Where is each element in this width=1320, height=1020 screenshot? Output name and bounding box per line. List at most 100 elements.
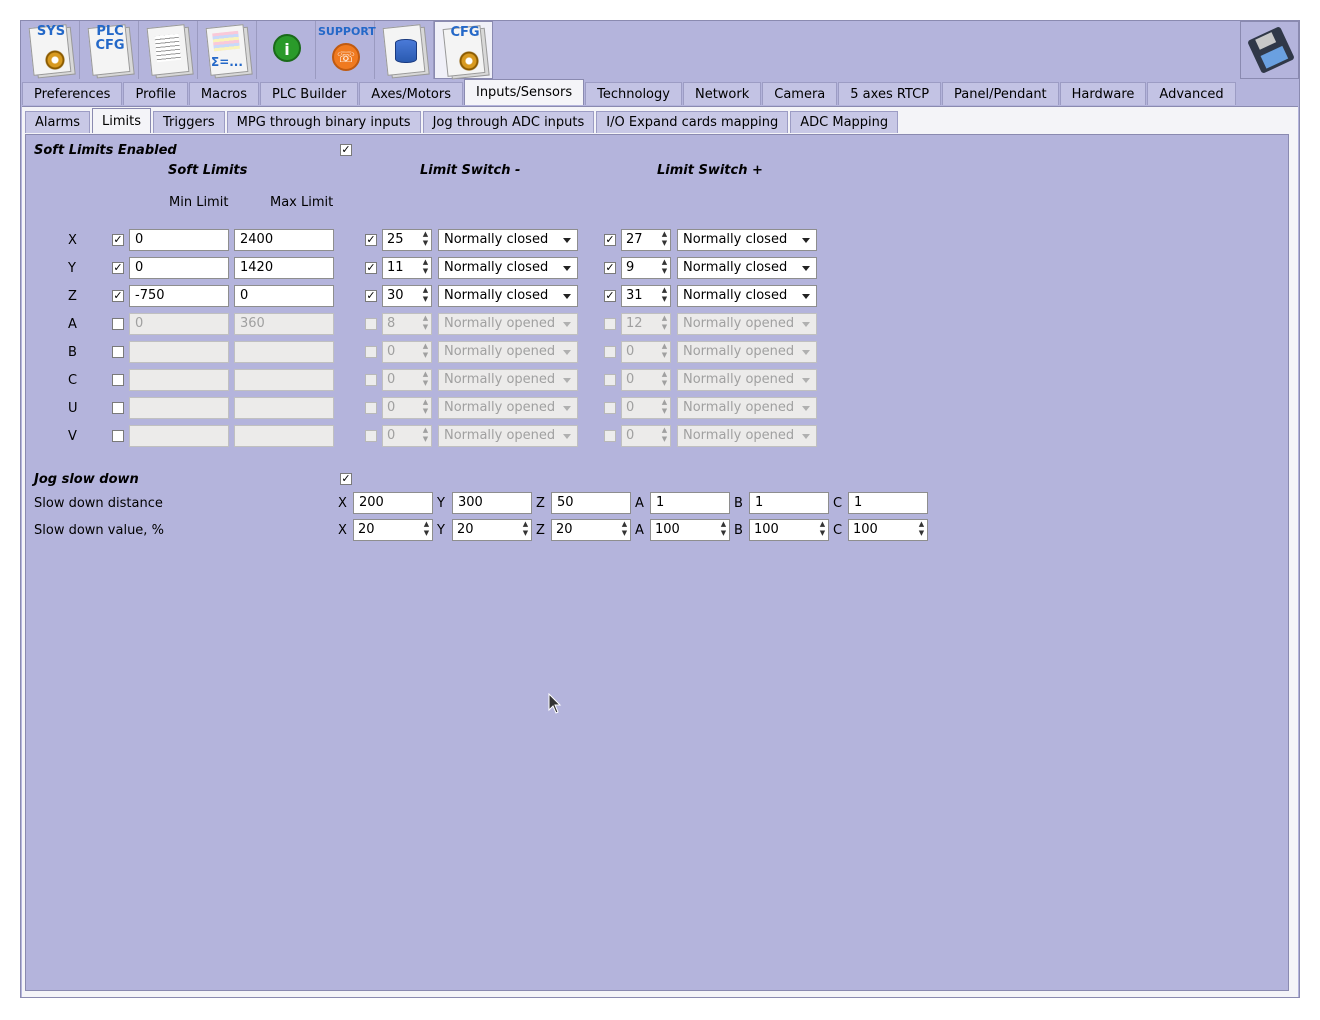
limit-plus-checkbox[interactable]: ✓ (604, 290, 616, 302)
min-limit-input[interactable] (129, 369, 229, 391)
max-limit-input[interactable]: 360 (234, 313, 334, 335)
tab-camera[interactable]: Camera (762, 82, 838, 105)
support-button[interactable]: SUPPORT ☏ (316, 21, 376, 79)
limit-minus-type-select[interactable]: Normally closed (438, 285, 578, 307)
spinner-arrows-icon[interactable]: ▲ ▼ (420, 369, 432, 391)
tab-network[interactable]: Network (682, 82, 762, 105)
sys-config-button[interactable]: SYS (21, 21, 80, 79)
limit-minus-type-select[interactable]: Normally opened (438, 425, 578, 447)
slow-down-distance-input[interactable]: 300 (452, 492, 532, 514)
tab-io-expand-mapping[interactable]: I/O Expand cards mapping (596, 111, 789, 133)
slow-down-distance-input[interactable]: 200 (353, 492, 433, 514)
max-limit-input[interactable]: 2400 (234, 229, 334, 251)
limit-plus-checkbox[interactable] (604, 318, 616, 330)
limit-minus-pin-spinner[interactable]: 11 ▲ ▼ (382, 257, 432, 279)
spinner-arrows-icon[interactable]: ▲ ▼ (420, 425, 432, 447)
tab-advanced[interactable]: Advanced (1147, 82, 1236, 105)
spinner-arrows-icon[interactable]: ▲ ▼ (659, 369, 671, 391)
limit-plus-pin-spinner[interactable]: 0 ▲ ▼ (621, 341, 671, 363)
min-limit-input[interactable]: -750 (129, 285, 229, 307)
tab-5-axes-rtcp[interactable]: 5 axes RTCP (838, 82, 942, 105)
limit-minus-type-select[interactable]: Normally opened (438, 341, 578, 363)
limit-plus-type-select[interactable]: Normally closed (677, 229, 817, 251)
limit-minus-pin-spinner[interactable]: 30 ▲ ▼ (382, 285, 432, 307)
min-limit-input[interactable] (129, 397, 229, 419)
limit-plus-type-select[interactable]: Normally opened (677, 397, 817, 419)
limit-plus-type-select[interactable]: Normally opened (677, 341, 817, 363)
limit-minus-type-select[interactable]: Normally closed (438, 257, 578, 279)
limit-plus-pin-spinner[interactable]: 31 ▲ ▼ (621, 285, 671, 307)
tab-macros[interactable]: Macros (188, 82, 260, 105)
tab-mpg-binary-inputs[interactable]: MPG through binary inputs (226, 111, 421, 133)
limit-minus-pin-spinner[interactable]: 0 ▲ ▼ (382, 341, 432, 363)
limit-minus-type-select[interactable]: Normally closed (438, 229, 578, 251)
limit-minus-pin-spinner[interactable]: 0 ▲ ▼ (382, 425, 432, 447)
min-limit-input[interactable]: 0 (129, 229, 229, 251)
limit-plus-checkbox[interactable]: ✓ (604, 234, 616, 246)
limit-plus-pin-spinner[interactable]: 0 ▲ ▼ (621, 425, 671, 447)
limit-minus-checkbox[interactable] (365, 402, 377, 414)
tab-panel-pendant[interactable]: Panel/Pendant (942, 82, 1059, 105)
tab-inputs-sensors[interactable]: Inputs/Sensors (463, 79, 585, 105)
info-button[interactable]: i (257, 21, 316, 79)
spinner-arrows-icon[interactable]: ▲ ▼ (916, 519, 928, 541)
spinner-arrows-icon[interactable]: ▲ ▼ (420, 257, 432, 279)
spinner-arrows-icon[interactable]: ▲ ▼ (817, 519, 829, 541)
limit-minus-checkbox[interactable] (365, 430, 377, 442)
tab-plc-builder[interactable]: PLC Builder (260, 82, 359, 105)
tab-hardware[interactable]: Hardware (1059, 82, 1147, 105)
tab-adc-mapping[interactable]: ADC Mapping (790, 111, 899, 133)
limit-minus-pin-spinner[interactable]: 25 ▲ ▼ (382, 229, 432, 251)
slow-down-distance-input[interactable]: 1 (848, 492, 928, 514)
axis-enabled-checkbox[interactable] (112, 318, 124, 330)
limit-minus-checkbox[interactable] (365, 346, 377, 358)
spinner-arrows-icon[interactable]: ▲ ▼ (520, 519, 532, 541)
slow-down-value-spinner[interactable]: 100 ▲ ▼ (749, 519, 829, 541)
slow-down-value-spinner[interactable]: 20 ▲ ▼ (551, 519, 631, 541)
spinner-arrows-icon[interactable]: ▲ ▼ (659, 397, 671, 419)
min-limit-input[interactable]: 0 (129, 257, 229, 279)
limit-minus-type-select[interactable]: Normally opened (438, 397, 578, 419)
max-limit-input[interactable] (234, 369, 334, 391)
spinner-arrows-icon[interactable]: ▲ ▼ (420, 397, 432, 419)
max-limit-input[interactable] (234, 397, 334, 419)
limit-plus-pin-spinner[interactable]: 9 ▲ ▼ (621, 257, 671, 279)
axis-enabled-checkbox[interactable] (112, 430, 124, 442)
limit-minus-checkbox[interactable]: ✓ (365, 290, 377, 302)
min-limit-input[interactable] (129, 425, 229, 447)
spinner-arrows-icon[interactable]: ▲ ▼ (659, 313, 671, 335)
slow-down-value-spinner[interactable]: 20 ▲ ▼ (452, 519, 532, 541)
spinner-arrows-icon[interactable]: ▲ ▼ (421, 519, 433, 541)
max-limit-input[interactable]: 1420 (234, 257, 334, 279)
spinner-arrows-icon[interactable]: ▲ ▼ (420, 229, 432, 251)
document-button[interactable] (139, 21, 198, 79)
max-limit-input[interactable] (234, 341, 334, 363)
limit-minus-type-select[interactable]: Normally opened (438, 313, 578, 335)
limit-plus-type-select[interactable]: Normally closed (677, 285, 817, 307)
spinner-arrows-icon[interactable]: ▲ ▼ (659, 229, 671, 251)
axis-enabled-checkbox[interactable]: ✓ (112, 262, 124, 274)
limit-minus-pin-spinner[interactable]: 0 ▲ ▼ (382, 369, 432, 391)
spinner-arrows-icon[interactable]: ▲ ▼ (718, 519, 730, 541)
tab-jog-adc-inputs[interactable]: Jog through ADC inputs (422, 111, 595, 133)
axis-enabled-checkbox[interactable]: ✓ (112, 234, 124, 246)
limit-plus-checkbox[interactable] (604, 430, 616, 442)
slow-down-distance-input[interactable]: 1 (749, 492, 829, 514)
axis-enabled-checkbox[interactable] (112, 402, 124, 414)
report-button[interactable]: Σ=... (198, 21, 257, 79)
spinner-arrows-icon[interactable]: ▲ ▼ (659, 285, 671, 307)
axis-enabled-checkbox[interactable]: ✓ (112, 290, 124, 302)
tab-technology[interactable]: Technology (585, 82, 682, 105)
slow-down-value-spinner[interactable]: 20 ▲ ▼ (353, 519, 433, 541)
slow-down-distance-input[interactable]: 1 (650, 492, 730, 514)
limit-plus-checkbox[interactable]: ✓ (604, 262, 616, 274)
limit-plus-checkbox[interactable] (604, 346, 616, 358)
jog-slow-down-checkbox[interactable]: ✓ (340, 473, 352, 485)
spinner-arrows-icon[interactable]: ▲ ▼ (659, 341, 671, 363)
limit-plus-checkbox[interactable] (604, 402, 616, 414)
axis-enabled-checkbox[interactable] (112, 374, 124, 386)
limit-plus-type-select[interactable]: Normally opened (677, 425, 817, 447)
limit-minus-checkbox[interactable] (365, 374, 377, 386)
limit-plus-pin-spinner[interactable]: 0 ▲ ▼ (621, 397, 671, 419)
limit-plus-pin-spinner[interactable]: 27 ▲ ▼ (621, 229, 671, 251)
